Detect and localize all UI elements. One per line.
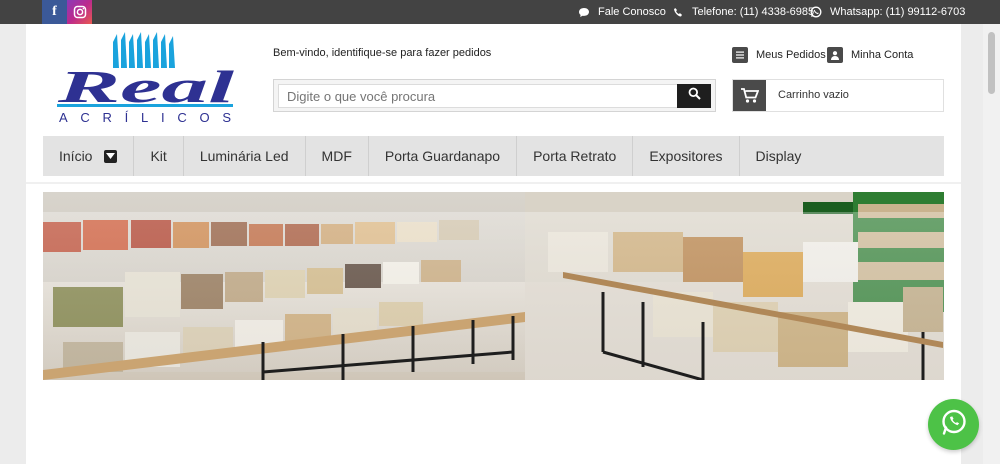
scrollbar[interactable] bbox=[983, 24, 1000, 464]
nav-label: Porta Retrato bbox=[533, 148, 617, 164]
nav-item-porta-retrato[interactable]: Porta Retrato bbox=[517, 136, 634, 176]
nav-item-mdf[interactable]: MDF bbox=[306, 136, 369, 176]
phone-icon bbox=[673, 7, 684, 18]
nav-item-expositores[interactable]: Expositores bbox=[633, 136, 740, 176]
whatsapp-label: Whatsapp: (11) 99112-6703 bbox=[830, 6, 966, 18]
search-icon bbox=[688, 87, 701, 105]
whatsapp-small-icon bbox=[810, 6, 822, 18]
orders-label: Meus Pedidos bbox=[756, 49, 826, 61]
nav-item-kit[interactable]: Kit bbox=[134, 136, 184, 176]
top-bar: f Fale Conosco Telefone: (11) 4338-6985 … bbox=[0, 0, 1000, 24]
facebook-glyph: f bbox=[52, 4, 57, 19]
nav-item-inicio[interactable]: Início bbox=[43, 136, 135, 176]
whatsapp-icon bbox=[940, 408, 968, 441]
cart-label: Carrinho vazio bbox=[778, 89, 849, 101]
user-icon bbox=[827, 47, 843, 63]
cart-icon bbox=[733, 80, 766, 111]
nav-item-display[interactable]: Display bbox=[740, 136, 818, 176]
welcome-prefix: Bem-vindo, bbox=[273, 47, 332, 59]
chevron-down-icon[interactable] bbox=[104, 149, 118, 163]
welcome-suffix: para fazer pedidos bbox=[397, 47, 492, 59]
nav-item-luminaria-led[interactable]: Luminária Led bbox=[184, 136, 306, 176]
header-divider bbox=[26, 182, 961, 184]
facebook-icon[interactable]: f bbox=[42, 0, 67, 24]
search-bar bbox=[273, 79, 716, 112]
chat-icon bbox=[578, 7, 590, 18]
phone-link[interactable]: Telefone: (11) 4338-6985 bbox=[673, 0, 814, 24]
search-input[interactable] bbox=[278, 84, 678, 108]
nav-item-porta-guardanapo[interactable]: Porta Guardanapo bbox=[369, 136, 518, 176]
site-logo[interactable]: Real ACRÍLICOS bbox=[56, 32, 239, 126]
nav-label: Porta Guardanapo bbox=[384, 148, 501, 164]
scrollbar-thumb[interactable] bbox=[988, 32, 995, 94]
whatsapp-float-button[interactable] bbox=[928, 399, 979, 450]
login-link[interactable]: identifique-se bbox=[332, 47, 397, 59]
my-account-label: Minha Conta bbox=[851, 49, 914, 61]
orders-icon bbox=[732, 47, 748, 63]
hero-banner[interactable] bbox=[43, 192, 944, 380]
banner-photo-right bbox=[525, 192, 944, 380]
nav-label: MDF bbox=[321, 148, 352, 164]
orders-link[interactable]: Meus Pedidos bbox=[732, 46, 826, 64]
search-button[interactable] bbox=[677, 84, 711, 108]
phone-label: Telefone: (11) 4338-6985 bbox=[692, 6, 815, 18]
nav-label: Display bbox=[755, 148, 802, 164]
banner-photo-left bbox=[43, 192, 525, 380]
instagram-icon[interactable] bbox=[67, 0, 92, 24]
nav-label: Início bbox=[59, 148, 93, 164]
cart-button[interactable]: Carrinho vazio bbox=[732, 79, 944, 112]
my-account-link[interactable]: Minha Conta bbox=[827, 46, 913, 64]
logo-tagline: ACRÍLICOS bbox=[59, 110, 231, 125]
main-nav: Início Kit Luminária Led MDF Porta Guard… bbox=[43, 136, 944, 176]
whatsapp-link[interactable]: Whatsapp: (11) 99112-6703 bbox=[810, 0, 965, 24]
welcome-text: Bem-vindo, identifique-se para fazer ped… bbox=[273, 47, 491, 59]
contact-label: Fale Conosco bbox=[598, 6, 666, 18]
nav-label: Luminária Led bbox=[199, 148, 289, 164]
nav-label: Kit bbox=[150, 148, 167, 164]
contact-link[interactable]: Fale Conosco bbox=[578, 0, 666, 24]
nav-label: Expositores bbox=[649, 148, 723, 164]
